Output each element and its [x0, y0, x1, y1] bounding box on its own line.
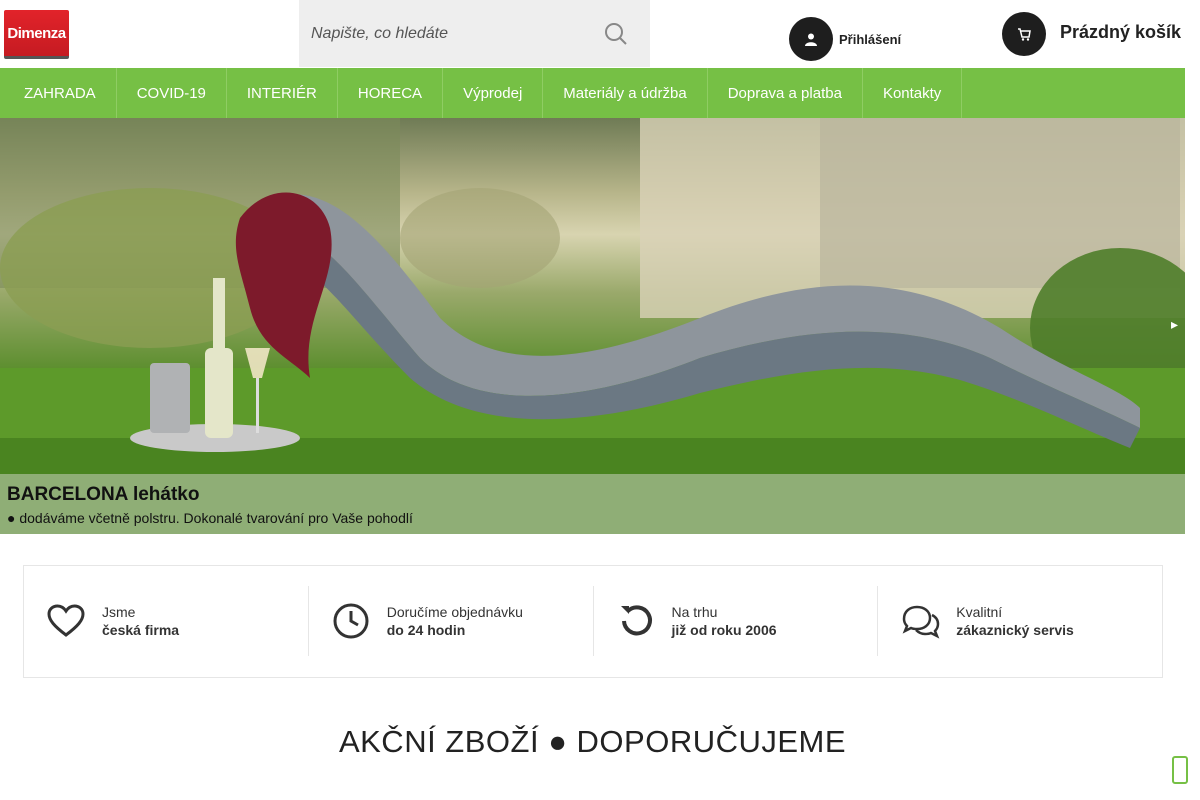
cart-label: Prázdný košík	[1060, 21, 1182, 42]
feature-line1: Doručíme objednávku	[386, 604, 523, 620]
chat-icon	[902, 605, 940, 639]
feature-text: Doručíme objednávku do 24 hodin	[387, 603, 523, 639]
site-header: Dimenza Přihlášení Prázdný košík	[0, 0, 1200, 68]
search-input[interactable]	[299, 0, 589, 67]
feature-line2: již od roku 2006	[671, 622, 777, 638]
login-button[interactable]: Přihlášení	[789, 17, 901, 61]
feature-line1: Na trhu	[671, 604, 718, 620]
nav-item-zahrada[interactable]: ZAHRADA	[4, 68, 117, 118]
feature-item: Na trhu již od roku 2006	[594, 586, 879, 656]
slider-next-arrow[interactable]: ▸	[1171, 316, 1178, 333]
feature-item: Doručíme objednávku do 24 hodin	[309, 586, 594, 656]
nav-item-horeca[interactable]: HORECA	[338, 68, 444, 118]
feature-line1: Jsme	[102, 604, 136, 620]
hero-subtitle: ● dodáváme včetně polstru. Dokonalé tvar…	[7, 510, 413, 526]
history-icon	[620, 605, 652, 636]
search-button[interactable]	[601, 20, 631, 48]
search-box	[299, 0, 650, 67]
login-label: Přihlášení	[839, 31, 902, 47]
heart-icon	[47, 604, 85, 637]
nav-item-interier[interactable]: INTERIÉR	[227, 68, 338, 118]
feature-line2: česká firma	[102, 622, 180, 638]
hero-image	[0, 118, 1185, 534]
feature-line1: Kvalitní	[956, 604, 1003, 620]
nav-item-doprava[interactable]: Doprava a platba	[708, 68, 863, 118]
cart-button[interactable]: Prázdný košík	[1002, 12, 1181, 56]
search-icon	[605, 23, 627, 45]
user-icon	[789, 17, 833, 61]
nav-item-vyprodej[interactable]: Výprodej	[443, 68, 544, 118]
nav-item-covid[interactable]: COVID-19	[117, 68, 227, 118]
hero-slider[interactable]: BARCELONA lehátko ● dodáváme včetně pols…	[0, 118, 1185, 534]
features-bar: Jsme česká firma Doručíme objednávku do …	[23, 565, 1163, 678]
nav-item-materialy[interactable]: Materiály a údržba	[543, 68, 708, 118]
scroll-top-button[interactable]	[1172, 756, 1188, 784]
clock-icon	[333, 603, 369, 639]
feature-line2: zákaznický servis	[956, 622, 1074, 638]
hero-title: BARCELONA lehátko	[7, 484, 200, 505]
feature-text: Kvalitní zákaznický servis	[956, 603, 1074, 639]
cart-icon	[1002, 12, 1046, 56]
nav-item-kontakty[interactable]: Kontakty	[863, 68, 963, 118]
site-logo[interactable]: Dimenza	[4, 10, 69, 59]
main-navigation: ZAHRADA COVID-19 INTERIÉR HORECA Výprode…	[0, 68, 1185, 118]
feature-text: Na trhu již od roku 2006	[672, 603, 777, 639]
feature-text: Jsme česká firma	[102, 603, 179, 639]
feature-line2: do 24 hodin	[386, 622, 466, 638]
feature-item: Jsme česká firma	[24, 586, 309, 656]
feature-item: Kvalitní zákaznický servis	[878, 586, 1162, 656]
logo-text: Dimenza	[7, 25, 66, 42]
section-heading: AKČNÍ ZBOŽÍ ● DOPORUČUJEME	[338, 724, 847, 759]
